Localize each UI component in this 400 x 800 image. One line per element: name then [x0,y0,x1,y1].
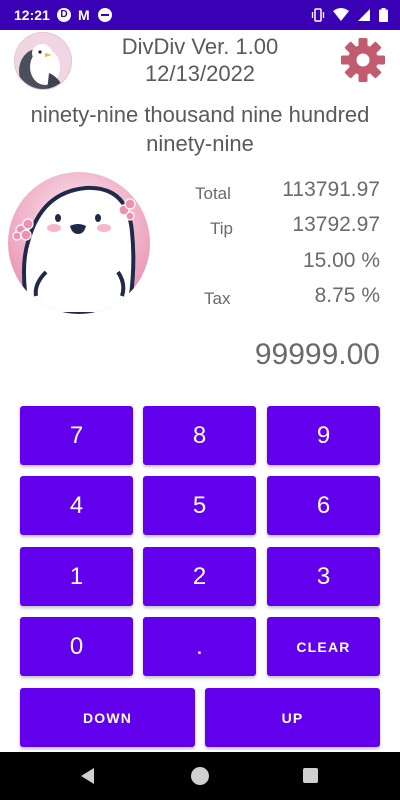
notification-icon: D [57,8,71,22]
tip-percent: 15.00 % [302,249,380,272]
battery-icon [379,8,388,22]
wifi-icon [333,8,349,21]
up-button[interactable]: UP [205,688,380,747]
entry-value: 99999.00 [254,338,380,371]
clear-button[interactable]: CLEAR [267,617,380,676]
key-7-button[interactable]: 7 [20,406,133,465]
vibrate-icon [311,8,325,22]
key-8-button[interactable]: 8 [143,406,256,465]
navigation-bar [0,752,400,800]
home-circle-icon[interactable] [191,767,209,785]
bird-avatar-icon [14,32,72,90]
tax-label: Tax [204,289,231,308]
app-date: 12/13/2022 [144,61,256,86]
key-4-button[interactable]: 4 [20,476,133,535]
bird-mascot-icon [6,172,152,314]
total-label: Total [195,184,231,203]
amount-in-words: ninety-nine thousand nine hundred ninety… [30,102,370,156]
total-value: 113791.97 [282,178,380,201]
key-5-button[interactable]: 5 [143,476,256,535]
key-1-button[interactable]: 1 [20,547,133,606]
key-3-button[interactable]: 3 [267,547,380,606]
key-9-button[interactable]: 9 [267,406,380,465]
back-triangle-icon[interactable] [81,768,94,784]
key-decimal-button[interactable]: . [143,617,256,676]
key-2-button[interactable]: 2 [143,547,256,606]
tip-label: Tip [210,219,233,238]
status-right-icons [311,8,388,22]
down-button[interactable]: DOWN [20,688,195,747]
status-time: 12:21 [14,7,50,23]
signal-icon [358,9,370,21]
status-bar: 12:21 D M [0,0,400,30]
recent-square-icon[interactable] [303,768,318,783]
tip-value: 13792.97 [292,213,380,236]
do-not-disturb-icon [98,8,112,22]
mail-icon: M [78,7,90,23]
key-6-button[interactable]: 6 [267,476,380,535]
tax-percent: 8.75 % [314,284,380,307]
app-title: DivDiv Ver. 1.00 [121,34,279,59]
key-0-button[interactable]: 0 [20,617,133,676]
gear-icon[interactable] [340,37,386,83]
